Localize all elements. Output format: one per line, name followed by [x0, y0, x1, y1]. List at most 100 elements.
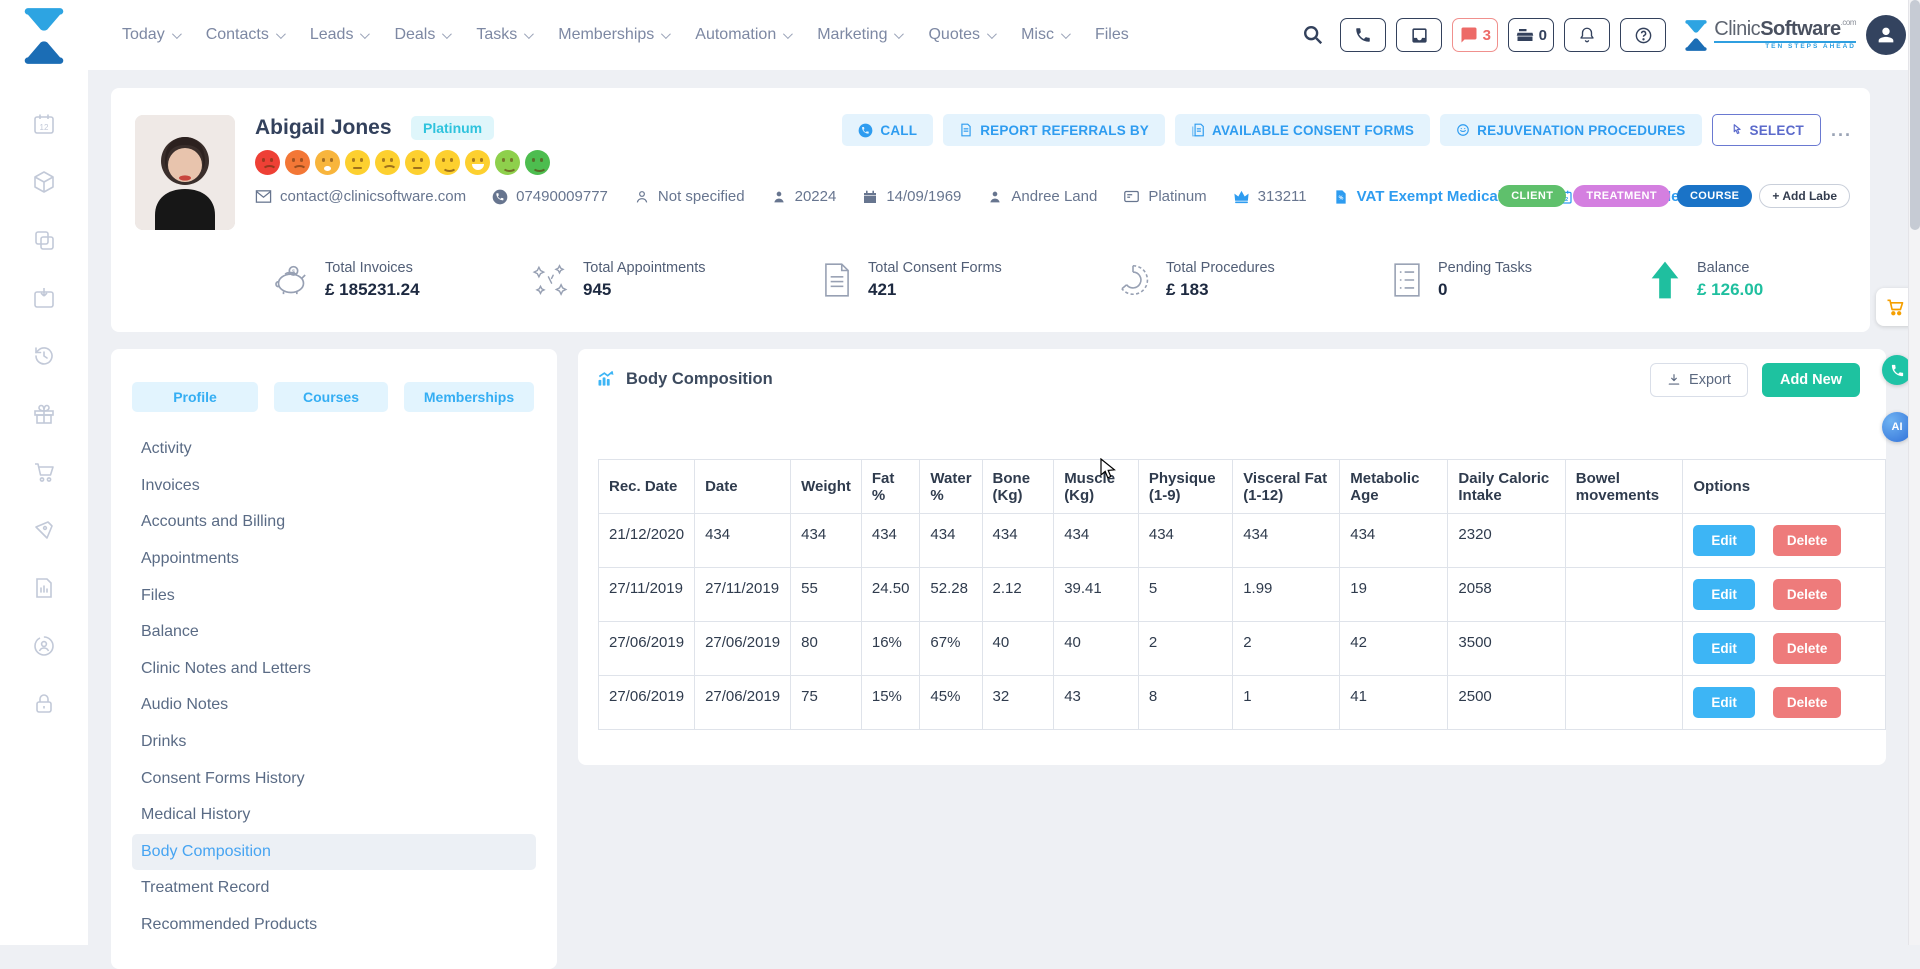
calendar-import-icon[interactable] [32, 286, 56, 310]
mood-emoji-10[interactable] [525, 150, 550, 175]
edit-button[interactable]: Edit [1693, 687, 1755, 718]
nav-tasks[interactable]: Tasks [476, 26, 531, 44]
voucher-icon[interactable] [32, 518, 56, 542]
calendar-icon[interactable]: 12 [32, 112, 56, 136]
cart-icon [1885, 297, 1905, 317]
report-referrals-button[interactable]: REPORT REFERRALS BY [943, 114, 1165, 146]
cell: 2500 [1448, 676, 1565, 730]
nav-today[interactable]: Today [122, 26, 179, 44]
app-logo[interactable] [22, 6, 66, 66]
nav-marketing[interactable]: Marketing [817, 26, 901, 44]
package-icon[interactable] [32, 170, 56, 194]
sidebar-item-activity[interactable]: Activity [132, 431, 536, 468]
page-scrollbar[interactable] [1908, 0, 1920, 945]
brand-tagline: TEN STEPS AHEAD [1714, 41, 1856, 51]
person-outline-icon [634, 189, 650, 205]
chat-button[interactable]: 3 [1452, 18, 1498, 52]
inbox-button[interactable] [1396, 18, 1442, 52]
sidebar-item-audio-notes[interactable]: Audio Notes [132, 687, 536, 724]
clinicsoftware-logo[interactable]: ClinicSoftware.com TEN STEPS AHEAD [1684, 19, 1856, 52]
mood-emoji-9[interactable] [495, 150, 520, 175]
select-button[interactable]: SELECT [1712, 114, 1821, 146]
copy-icon[interactable] [32, 228, 56, 252]
lock-icon[interactable] [32, 692, 56, 716]
sidebar-item-recommended-products[interactable]: Recommended Products [132, 907, 536, 944]
history-icon[interactable] [32, 344, 56, 368]
delete-button[interactable]: Delete [1773, 633, 1842, 664]
sidebar-item-consent-forms-history[interactable]: Consent Forms History [132, 760, 536, 797]
more-actions-button[interactable]: ... [1831, 120, 1852, 141]
edit-button[interactable]: Edit [1693, 579, 1755, 610]
delete-button[interactable]: Delete [1773, 525, 1842, 556]
sidebar-item-treatment-record[interactable]: Treatment Record [132, 870, 536, 907]
nav-misc[interactable]: Misc [1021, 26, 1068, 44]
rejuvenation-button[interactable]: REJUVENATION PROCEDURES [1440, 114, 1701, 146]
add-label-button[interactable]: + Add Labe [1759, 184, 1850, 208]
scrollbar-thumb[interactable] [1910, 0, 1920, 230]
add-new-button[interactable]: Add New [1762, 363, 1860, 397]
tab-profile[interactable]: Profile [132, 382, 258, 412]
nav-leads[interactable]: Leads [310, 26, 368, 44]
consent-forms-button[interactable]: AVAILABLE CONSENT FORMS [1175, 114, 1430, 146]
patient-photo[interactable] [135, 115, 235, 230]
sidebar-item-accounts-and-billing[interactable]: Accounts and Billing [132, 504, 536, 541]
sidebar-item-invoices[interactable]: Invoices [132, 468, 536, 505]
sidebar-item-drinks[interactable]: Drinks [132, 724, 536, 761]
document-icon [959, 123, 973, 137]
tab-memberships[interactable]: Memberships [404, 382, 534, 412]
mood-emoji-6[interactable] [405, 150, 430, 175]
sidebar-item-clinic-notes[interactable]: Clinic Notes and Letters [132, 651, 536, 688]
nav-automation[interactable]: Automation [695, 26, 790, 44]
call-button[interactable]: CALL [842, 114, 933, 146]
inbox-icon [1410, 26, 1429, 45]
edit-button[interactable]: Edit [1693, 525, 1755, 556]
cell: 434 [1054, 514, 1139, 568]
patient-gender: Not specified [634, 188, 745, 205]
report-icon[interactable] [32, 576, 56, 600]
delete-button[interactable]: Delete [1773, 579, 1842, 610]
nav-label: Quotes [928, 26, 980, 44]
cell: 27/06/2019 [695, 622, 791, 676]
edit-button[interactable]: Edit [1693, 633, 1755, 664]
nav-files[interactable]: Files [1095, 26, 1129, 44]
dialer-button[interactable] [1340, 18, 1386, 52]
patient-email[interactable]: contact@clinicsoftware.com [255, 188, 466, 205]
mood-emoji-3[interactable] [315, 150, 340, 175]
hourglass-logo-icon [1684, 19, 1708, 52]
export-button[interactable]: Export [1650, 363, 1748, 397]
notifications-button[interactable] [1564, 18, 1610, 52]
tab-courses[interactable]: Courses [274, 382, 388, 412]
stat-balance: Balance£ 126.00 [1647, 260, 1763, 300]
cart-icon[interactable] [32, 460, 56, 484]
mood-emoji-5[interactable] [375, 150, 400, 175]
delete-button[interactable]: Delete [1773, 687, 1842, 718]
phone-icon [492, 189, 508, 205]
nav-memberships[interactable]: Memberships [558, 26, 668, 44]
cell: 434 [982, 514, 1054, 568]
cell: 45% [920, 676, 982, 730]
nav-contacts[interactable]: Contacts [206, 26, 283, 44]
sidebar-item-files[interactable]: Files [132, 577, 536, 614]
support-icon[interactable] [32, 634, 56, 658]
patient-dob: 14/09/1969 [862, 188, 961, 205]
sidebar-item-body-composition[interactable]: Body Composition [132, 834, 536, 871]
cell: 75 [791, 676, 862, 730]
help-button[interactable] [1620, 18, 1666, 52]
nav-deals[interactable]: Deals [394, 26, 449, 44]
gift-icon[interactable] [32, 402, 56, 426]
nav-label: Misc [1021, 26, 1054, 44]
patient-phone[interactable]: 07490009777 [492, 188, 608, 205]
mood-emoji-2[interactable] [285, 150, 310, 175]
mood-emoji-8[interactable] [465, 150, 490, 175]
search-icon[interactable] [1302, 24, 1324, 46]
mood-emoji-1[interactable] [255, 150, 280, 175]
user-avatar-button[interactable] [1866, 15, 1906, 55]
sidebar-item-balance[interactable]: Balance [132, 614, 536, 651]
sidebar-item-medical-history[interactable]: Medical History [132, 797, 536, 834]
mood-emoji-7[interactable] [435, 150, 460, 175]
till-button[interactable]: 0 [1508, 18, 1554, 52]
col-header: Metabolic Age [1340, 460, 1448, 514]
sidebar-item-appointments[interactable]: Appointments [132, 541, 536, 578]
nav-quotes[interactable]: Quotes [928, 26, 994, 44]
mood-emoji-4[interactable] [345, 150, 370, 175]
